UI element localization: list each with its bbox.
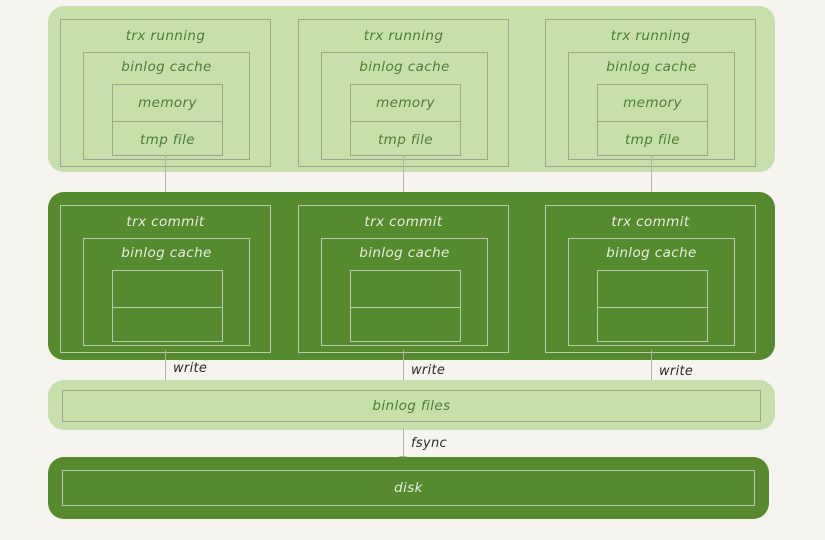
- trx-running-box-2[interactable]: trx running binlog cache memory tmp file: [298, 19, 509, 167]
- trx-commit-box-3[interactable]: trx commit binlog cache: [545, 205, 756, 353]
- binlog-cache-box-3[interactable]: binlog cache memory tmp file: [568, 52, 735, 160]
- commit-binlog-cache-box-1[interactable]: binlog cache: [83, 238, 250, 346]
- commit-binlog-cache-label-3: binlog cache: [606, 245, 697, 261]
- memory-tmpfile-box-3: memory tmp file: [597, 84, 708, 156]
- commit-binlog-cache-box-3[interactable]: binlog cache: [568, 238, 735, 346]
- binlog-cache-label-1: binlog cache: [121, 59, 212, 75]
- commit-memory-tmpfile-box-3: [597, 270, 708, 342]
- binlog-files-label: binlog files: [372, 398, 451, 414]
- binlog-files-box[interactable]: binlog files: [62, 390, 761, 422]
- disk-box[interactable]: disk: [62, 470, 755, 506]
- disk-section: disk: [48, 457, 769, 519]
- write-label-3: write: [659, 364, 694, 379]
- binlog-files-section: binlog files: [48, 380, 775, 430]
- tmpfile-cell-2[interactable]: tmp file: [351, 121, 460, 157]
- tmpfile-cell-1[interactable]: tmp file: [113, 121, 222, 157]
- trx-running-title-3: trx running: [610, 28, 691, 44]
- trx-running-title-2: trx running: [363, 28, 444, 44]
- write-label-1: write: [173, 361, 208, 376]
- binlog-cache-label-3: binlog cache: [606, 59, 697, 75]
- trx-commit-box-2[interactable]: trx commit binlog cache: [298, 205, 509, 353]
- arrow-write-3: [651, 350, 652, 382]
- arrow-fsync: [403, 428, 404, 458]
- tmpfile-label-3: tmp file: [624, 132, 681, 148]
- commit-memory-cell-2[interactable]: [351, 271, 460, 307]
- memory-tmpfile-box-2: memory tmp file: [350, 84, 461, 156]
- arrow-write-2: [403, 350, 404, 382]
- commit-binlog-cache-box-2[interactable]: binlog cache: [321, 238, 488, 346]
- commit-tmpfile-cell-3[interactable]: [598, 307, 707, 343]
- tmpfile-label-1: tmp file: [139, 132, 196, 148]
- memory-label-2: memory: [376, 95, 435, 111]
- commit-memory-cell-1[interactable]: [113, 271, 222, 307]
- write-label-2: write: [411, 363, 446, 378]
- trx-running-title-1: trx running: [125, 28, 206, 44]
- trx-commit-title-3: trx commit: [611, 214, 690, 230]
- commit-tmpfile-cell-2[interactable]: [351, 307, 460, 343]
- tmpfile-label-2: tmp file: [377, 132, 434, 148]
- arrow-write-1: [165, 350, 166, 382]
- commit-binlog-cache-label-1: binlog cache: [121, 245, 212, 261]
- tmpfile-cell-3[interactable]: tmp file: [598, 121, 707, 157]
- trx-commit-title-1: trx commit: [126, 214, 205, 230]
- disk-label: disk: [394, 480, 423, 496]
- memory-cell-2[interactable]: memory: [351, 85, 460, 121]
- memory-cell-1[interactable]: memory: [113, 85, 222, 121]
- trx-running-box-3[interactable]: trx running binlog cache memory tmp file: [545, 19, 756, 167]
- memory-label-1: memory: [138, 95, 197, 111]
- commit-memory-tmpfile-box-1: [112, 270, 223, 342]
- trx-running-box-1[interactable]: trx running binlog cache memory tmp file: [60, 19, 271, 167]
- commit-memory-tmpfile-box-2: [350, 270, 461, 342]
- commit-memory-cell-3[interactable]: [598, 271, 707, 307]
- trx-commit-title-2: trx commit: [364, 214, 443, 230]
- binlog-flow-diagram: trx running binlog cache memory tmp file…: [0, 0, 825, 540]
- commit-binlog-cache-label-2: binlog cache: [359, 245, 450, 261]
- trx-commit-section: trx commit binlog cache trx commit binlo…: [48, 192, 775, 360]
- fsync-label: fsync: [411, 436, 447, 451]
- trx-running-section: trx running binlog cache memory tmp file…: [48, 6, 775, 172]
- binlog-cache-box-1[interactable]: binlog cache memory tmp file: [83, 52, 250, 160]
- memory-tmpfile-box-1: memory tmp file: [112, 84, 223, 156]
- binlog-cache-box-2[interactable]: binlog cache memory tmp file: [321, 52, 488, 160]
- binlog-cache-label-2: binlog cache: [359, 59, 450, 75]
- memory-label-3: memory: [623, 95, 682, 111]
- memory-cell-3[interactable]: memory: [598, 85, 707, 121]
- trx-commit-box-1[interactable]: trx commit binlog cache: [60, 205, 271, 353]
- commit-tmpfile-cell-1[interactable]: [113, 307, 222, 343]
